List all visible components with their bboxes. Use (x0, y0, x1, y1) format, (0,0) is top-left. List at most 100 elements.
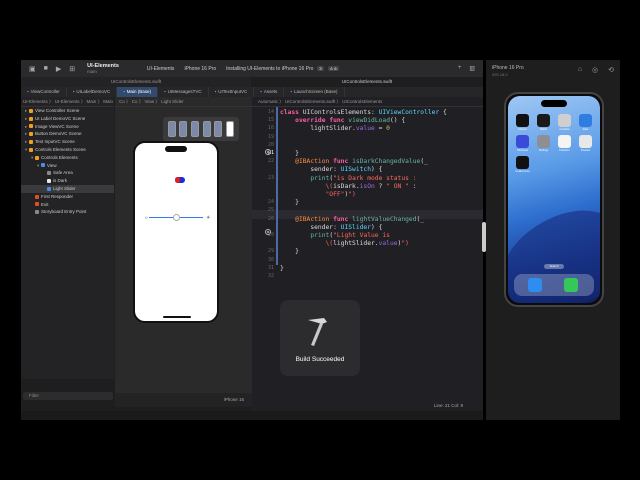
scene-phone-preview[interactable]: ☼ ☀ (133, 141, 219, 323)
ibaction-connection-icon[interactable] (265, 149, 271, 155)
source-control-icon[interactable]: ⊞ (69, 65, 75, 73)
warning-badge[interactable]: ⚠ 6 (327, 66, 339, 71)
home-icon[interactable]: ⌂ (578, 66, 582, 74)
editor-tab-bar: ▪ ViewController ▪ UILabelDemoVC ▪ Main (Ba… (21, 87, 483, 97)
device-picker[interactable] (163, 117, 239, 141)
outline-item[interactable]: ▸ Text InputVC Scene (21, 138, 114, 146)
outline-item[interactable]: ▾ Controls Elements Scene (21, 146, 114, 154)
code-line[interactable]: "OFF")") (280, 191, 355, 198)
run-button[interactable]: ▶ (56, 65, 61, 73)
search-pill[interactable]: Search (544, 264, 564, 269)
code-line[interactable]: class UIControlsElements: UIViewControll… (280, 109, 447, 116)
shortcuts-app-icon[interactable] (516, 135, 529, 148)
tab-viewcontroller[interactable]: ▪ ViewController (21, 87, 67, 97)
left-file-title: UIControlsElements.swift (110, 79, 162, 84)
code-line[interactable]: } (280, 265, 284, 272)
tab-uimessagestvc[interactable]: ▪ UIMessagesTVC (158, 87, 209, 97)
stop-button[interactable]: ■ (44, 65, 48, 72)
outline-item[interactable]: Light Slider (21, 184, 114, 193)
sidebar-toggle-icon[interactable]: ▣ (29, 65, 36, 73)
watch-app-icon[interactable] (537, 114, 550, 127)
contacts-app-icon[interactable] (558, 114, 571, 127)
outline-item-label: Safe Area (53, 170, 73, 176)
code-line[interactable]: sender: UISwitch) { (280, 166, 382, 173)
ui-elements-app-icon[interactable] (516, 156, 529, 169)
project-name: UI-Elements (87, 62, 119, 69)
swift-file-icon: ▪ (27, 89, 29, 94)
code-line[interactable]: @IBAction func lightValueChanged(_ (280, 216, 424, 223)
code-line[interactable]: sender: UISlider) { (280, 224, 382, 231)
outline-item[interactable]: ▸ UI Label DemoVC Scene (21, 115, 114, 123)
filter-input[interactable]: Filter (23, 392, 113, 400)
scene-object-icon (47, 171, 51, 176)
preview-app-icon[interactable] (579, 135, 592, 148)
canvas-breadcrumb[interactable]: Co 〉 Co 〉 View 〉 Light Slider (115, 97, 252, 107)
freeform-app-icon[interactable] (558, 135, 571, 148)
device-option[interactable] (167, 121, 176, 137)
storyboard-canvas[interactable]: Co 〉 Co 〉 View 〉 Light Slider ☼ ☀ iPhone… (115, 97, 252, 407)
swift-file-icon: ▪ (214, 89, 217, 94)
outline-item[interactable]: Storyboard Entry Point (21, 208, 114, 216)
code-line[interactable]: } (280, 199, 299, 206)
device-option-selected[interactable] (226, 121, 235, 137)
toolbar-right: + ▥ (458, 65, 475, 72)
code-line[interactable]: lightSlider.value = 0 (280, 125, 390, 132)
outline-item-label: Controls Elements (41, 154, 78, 160)
inspector-toggle-icon[interactable]: ▥ (469, 65, 475, 72)
activity-status: Installing UI-Elements to iPhone 16 Pro (226, 65, 314, 72)
editor-breadcrumb[interactable]: Automatic 〉 UIControlsElements.swift 〉 U… (252, 97, 483, 107)
device-option[interactable] (179, 121, 188, 137)
tab-uilabeldemovc[interactable]: ▪ UILabelDemoVC (67, 87, 118, 97)
rotate-icon[interactable]: ⟲ (608, 66, 614, 74)
outline-item[interactable]: ▸ Image ViewVC Scene (21, 123, 114, 131)
device-selector[interactable]: iPhone 16 Pro (184, 66, 216, 72)
code-line[interactable]: \(isDark.isOn ? " ON " : (280, 183, 416, 190)
code-line[interactable]: print("is Dark mode status : (280, 175, 416, 182)
safari-icon[interactable] (528, 278, 542, 292)
outline-item[interactable]: First Responder (21, 193, 114, 201)
scheme-selector[interactable]: UI-Elements (147, 66, 175, 72)
swift-file-icon: ▪ (164, 89, 166, 94)
outline-item[interactable]: Safe Area (21, 169, 114, 177)
outline-item[interactable]: is Dark (21, 177, 114, 185)
xcode-toolbar: ▣ ■ ▶ ⊞ UI-Elements main UI-Elements iPh… (21, 60, 483, 77)
outline-item[interactable]: ▸ View Controller Scene (21, 107, 114, 115)
dock (514, 274, 594, 296)
outline-item[interactable]: ▸ Button DemoVC Scene (21, 130, 114, 138)
code-line[interactable]: override func viewDidLoad() { (280, 117, 405, 124)
debug-area (21, 411, 483, 420)
fitness-app-icon[interactable] (516, 114, 529, 127)
tab-launchscreen[interactable]: ▪ LaunchScreen (Base) (284, 87, 345, 97)
device-option[interactable] (214, 121, 223, 137)
code-line[interactable]: \(lightSlider.value)") (280, 240, 408, 247)
line-number: 24 (267, 199, 274, 206)
code-line[interactable]: } (280, 150, 299, 157)
code-line[interactable]: } (280, 248, 299, 255)
tab-main-base[interactable]: ▪ Main (Base) (117, 87, 159, 97)
app-label: UI-Elements (515, 170, 530, 173)
device-option[interactable] (202, 121, 211, 137)
files-app-icon[interactable] (579, 114, 592, 127)
device-option[interactable] (191, 121, 200, 137)
navigator-breadcrumb[interactable]: UI-Elements 〉 UI-Elements 〉 Main 〉 Main … (21, 97, 114, 107)
settings-app-icon[interactable] (537, 135, 550, 148)
app-label: Files (582, 128, 589, 131)
outline-item[interactable]: ▾ Controls Elements (21, 154, 114, 162)
tab-uitextinputvc[interactable]: ▪ UITextInputVC (209, 87, 255, 97)
code-line[interactable]: @IBAction func isDarkChangedValue(_ (280, 158, 428, 165)
library-icon[interactable]: + (458, 65, 462, 72)
ibaction-connection-icon[interactable] (265, 229, 271, 235)
outline-item[interactable]: ▾ View (21, 162, 114, 170)
light-slider-thumb[interactable] (172, 214, 180, 221)
simulator-iphone[interactable]: Fitness Watch Contacts Files Shortcuts Settin… (504, 92, 604, 307)
app-label: Fitness (518, 128, 527, 131)
device-label[interactable]: iPhone 16 (224, 397, 244, 402)
swift-file-icon: ▪ (72, 89, 75, 94)
line-number: 15 (267, 117, 274, 124)
outline-item[interactable]: Exit (21, 201, 114, 209)
messages-icon[interactable] (564, 278, 578, 292)
is-dark-switch[interactable] (175, 177, 185, 183)
screenshot-icon[interactable]: ◎ (592, 66, 598, 74)
code-line[interactable]: print("Light Value is (280, 232, 390, 239)
tab-assets[interactable]: ▪ Assets (254, 87, 285, 97)
